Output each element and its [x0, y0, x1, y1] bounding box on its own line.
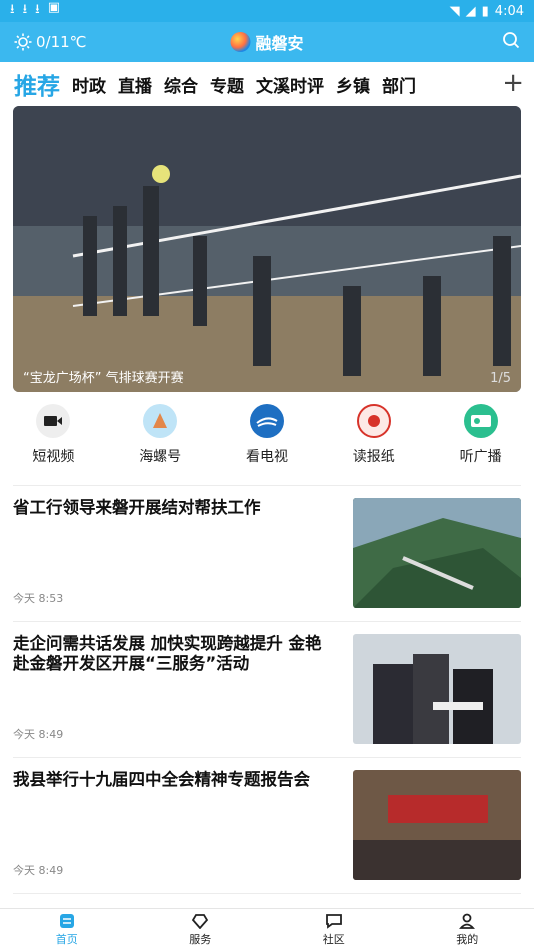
banner-caption: “宝龙广场杯” 气排球赛开赛 [23, 371, 184, 386]
divider [13, 621, 521, 622]
tab-live[interactable]: 直播 [118, 72, 152, 97]
news-time: 今天 8:49 [13, 864, 64, 877]
shortcut-label: 短视频 [32, 449, 75, 465]
divider [13, 757, 521, 758]
radio-icon [463, 404, 498, 438]
banner-index: 1/5 [490, 371, 511, 386]
divider [13, 485, 521, 486]
divider [13, 893, 521, 894]
download-icon: ⭳ [10, 2, 15, 17]
app-header: 0/11℃ 融磐安 [0, 22, 534, 62]
news-time: 今天 8:49 [13, 728, 64, 741]
weather-text: 0/11℃ [36, 33, 87, 51]
shortcut-radio[interactable]: 听广播 [427, 404, 534, 484]
shortcut-conch[interactable]: 海螺号 [107, 404, 214, 484]
search-icon [503, 32, 520, 49]
category-tabs: 推荐 时政 直播 综合 专题 文溪时评 乡镇 部门 + [0, 62, 534, 106]
shortcut-tv[interactable]: 看电视 [214, 404, 321, 484]
news-title: 省工行领导来磐开展结对帮扶工作 [13, 498, 261, 517]
nav-profile[interactable]: 我的 [401, 909, 534, 950]
news-thumbnail [353, 634, 521, 744]
banner-carousel[interactable]: “宝龙广场杯” 气排球赛开赛 1/5 [13, 106, 521, 392]
sun-icon [14, 33, 32, 51]
shortcut-short-video[interactable]: 短视频 [0, 404, 107, 484]
home-icon [59, 913, 74, 928]
tab-departments[interactable]: 部门 [382, 72, 416, 97]
download-icon: ⭳ [22, 2, 28, 17]
nav-community[interactable]: 社区 [267, 909, 401, 950]
news-item[interactable]: 走企问需共话发展 加快实现跨越提升 金艳赴金磐开发区开展“三服务”活动 今天 8… [13, 634, 521, 746]
app-brand: 融磐安 [230, 30, 304, 54]
news-item[interactable]: 我县举行十九届四中全会精神专题报告会 今天 8:49 [13, 770, 521, 882]
add-tab-icon[interactable]: + [502, 68, 524, 98]
tab-recommend[interactable]: 推荐 [14, 67, 60, 101]
newspaper-icon [356, 404, 391, 438]
tab-commentary[interactable]: 文溪时评 [256, 72, 324, 97]
news-item[interactable]: 省工行领导来磐开展结对帮扶工作 今天 8:53 [13, 498, 521, 610]
profile-icon [459, 913, 476, 929]
shortcut-label: 看电视 [245, 449, 288, 465]
wifi-icon: ◥ [449, 3, 460, 19]
shortcut-label: 海螺号 [139, 449, 182, 465]
notification-icon: ▣ [47, 0, 60, 15]
battery-icon: ▮ [481, 3, 489, 19]
shortcut-label: 听广播 [459, 449, 502, 465]
news-thumbnail [353, 498, 521, 608]
news-time: 今天 8:53 [13, 592, 64, 605]
video-camera-icon [36, 404, 71, 438]
tab-topics[interactable]: 专题 [210, 72, 244, 97]
tv-icon [249, 404, 284, 438]
banner-image [13, 106, 521, 392]
service-icon [192, 913, 209, 929]
shortcut-newspaper[interactable]: 读报纸 [320, 404, 427, 484]
tab-towns[interactable]: 乡镇 [336, 72, 370, 97]
community-icon [325, 913, 342, 929]
shortcut-label: 读报纸 [352, 449, 395, 465]
tab-general[interactable]: 综合 [164, 72, 198, 97]
nav-label: 首页 [55, 932, 78, 946]
tab-politics[interactable]: 时政 [72, 72, 106, 97]
clock: 4:04 [494, 3, 524, 19]
nav-label: 我的 [456, 932, 479, 946]
download-icon: ⭳ [35, 2, 40, 17]
signal-icon: ◢ [465, 3, 476, 19]
status-bar: ⭳ ⭳ ⭳ ▣ ◥ ◢ ▮ 4:04 [0, 0, 534, 22]
nav-home[interactable]: 首页 [0, 909, 134, 950]
weather-widget[interactable]: 0/11℃ [14, 33, 87, 51]
app-title: 融磐安 [255, 34, 304, 53]
news-title: 走企问需共话发展 加快实现跨越提升 金艳赴金磐开发区开展“三服务”活动 [13, 634, 322, 673]
shortcut-row: 短视频 海螺号 看电视 读报纸 听广播 [0, 404, 534, 484]
bottom-navigation: 首页 服务 社区 我的 [0, 908, 534, 950]
conch-icon [143, 404, 178, 438]
nav-label: 社区 [322, 932, 345, 946]
news-title: 我县举行十九届四中全会精神专题报告会 [13, 770, 310, 789]
nav-label: 服务 [189, 932, 212, 946]
news-thumbnail [353, 770, 521, 880]
search-button[interactable] [502, 31, 520, 53]
app-logo-icon [230, 32, 251, 52]
nav-service[interactable]: 服务 [134, 909, 268, 950]
